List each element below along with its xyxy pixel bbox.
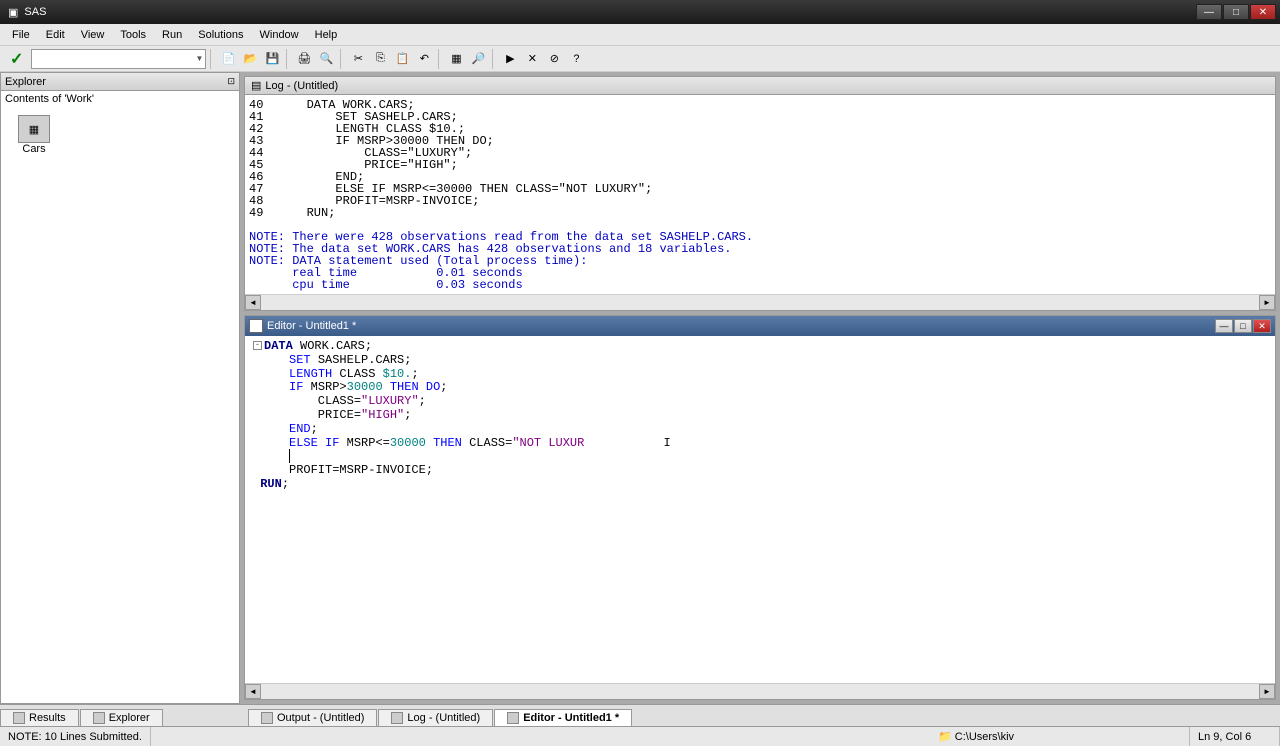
chevron-down-icon: ▼ [195,54,203,63]
tab-output-untitled-[interactable]: Output - (Untitled) [248,709,377,726]
editor-title: Editor - Untitled1 * [267,320,356,332]
copy-button[interactable]: ⎘ [370,49,390,69]
log-title: Log - (Untitled) [265,80,338,92]
editor-panel: Editor - Untitled1 * — □ ✕ -DATA WORK.CA… [244,315,1276,700]
editor-header[interactable]: Editor - Untitled1 * — □ ✕ [245,316,1275,336]
tab-label: Output - (Untitled) [277,712,364,724]
help-button[interactable]: ? [566,49,586,69]
clear-button[interactable]: ✕ [522,49,542,69]
dataset-icon: ▦ [18,115,50,143]
command-combo[interactable]: ▼ [31,49,206,69]
tab-explorer[interactable]: Explorer [80,709,163,726]
minimize-button[interactable]: — [1196,4,1222,20]
menu-solutions[interactable]: Solutions [190,27,251,43]
menu-file[interactable]: File [4,27,38,43]
log-header: ▤ Log - (Untitled) [245,77,1275,95]
tab-log-untitled-[interactable]: Log - (Untitled) [378,709,493,726]
tab-label: Results [29,712,66,724]
app-title: SAS [24,6,46,18]
explorer-item[interactable]: ▦Cars [9,115,59,155]
tab-icon [261,712,273,724]
bottom-tabs: Results Explorer Output - (Untitled) Log -… [0,704,1280,726]
tab-label: Explorer [109,712,150,724]
explorer-item-label: Cars [22,143,45,155]
tab-label: Log - (Untitled) [407,712,480,724]
menu-tools[interactable]: Tools [112,27,154,43]
undo-button[interactable]: ↶ [414,49,434,69]
explorer-panel: Explorer ⊡ Contents of 'Work' ▦Cars [0,72,240,704]
editor-icon [249,319,263,333]
editor-scrollbar[interactable]: ◄ ► [245,683,1275,699]
log-scrollbar[interactable]: ◄ ► [245,294,1275,310]
maximize-button[interactable]: □ [1223,4,1249,20]
print-button[interactable]: 🖨 [294,49,314,69]
menu-view[interactable]: View [73,27,113,43]
folder-icon: 📁 [938,730,952,743]
status-position: Ln 9, Col 6 [1190,727,1280,746]
close-button[interactable]: ✕ [1250,4,1276,20]
app-icon: ▣ [8,6,18,19]
new-button[interactable]: 📄 [218,49,238,69]
editor-close-button[interactable]: ✕ [1253,319,1271,333]
tab-results[interactable]: Results [0,709,79,726]
status-path: 📁 C:\Users\kiv [930,727,1190,746]
scroll-right-icon[interactable]: ► [1259,295,1275,310]
menu-help[interactable]: Help [307,27,346,43]
tab-icon [391,712,403,724]
explorer-button[interactable]: 🔎 [468,49,488,69]
text-cursor: I [664,436,671,450]
break-button[interactable]: ⊘ [544,49,564,69]
scroll-left-icon[interactable]: ◄ [245,295,261,310]
editor-minimize-button[interactable]: — [1215,319,1233,333]
tab-editor-untitled1-[interactable]: Editor - Untitled1 * [494,709,632,726]
editor-body[interactable]: -DATA WORK.CARS; SET SASHELP.CARS; LENGT… [245,336,1275,683]
submit-icon[interactable]: ✓ [4,49,29,69]
tab-icon [507,712,519,724]
log-icon: ▤ [251,79,261,92]
status-message: NOTE: 10 Lines Submitted. [0,727,151,746]
scroll-left-icon[interactable]: ◄ [245,684,261,699]
menu-bar: FileEditViewToolsRunSolutionsWindowHelp [0,24,1280,46]
tab-label: Editor - Untitled1 * [523,712,619,724]
tab-icon [13,712,25,724]
explorer-contents-label: Contents of 'Work' [1,91,239,107]
open-button[interactable]: 📂 [240,49,260,69]
explorer-body: ▦Cars [1,107,239,703]
tab-icon [93,712,105,724]
menu-edit[interactable]: Edit [38,27,73,43]
libraries-button[interactable]: ▦ [446,49,466,69]
preview-button[interactable]: 🔍 [316,49,336,69]
cut-button[interactable]: ✂ [348,49,368,69]
explorer-toggle-icon[interactable]: ⊡ [227,76,235,87]
save-button[interactable]: 💾 [262,49,282,69]
status-bar: NOTE: 10 Lines Submitted. 📁 C:\Users\kiv… [0,726,1280,746]
window-controls: — □ ✕ [1196,4,1276,20]
explorer-title: Explorer [5,76,46,88]
menu-run[interactable]: Run [154,27,190,43]
log-panel: ▤ Log - (Untitled) 40 DATA WORK.CARS; 41… [244,76,1276,311]
scroll-right-icon[interactable]: ► [1259,684,1275,699]
run-button[interactable]: ▶ [500,49,520,69]
editor-maximize-button[interactable]: □ [1234,319,1252,333]
explorer-header: Explorer ⊡ [1,73,239,91]
title-bar: ▣ SAS — □ ✕ [0,0,1280,24]
paste-button[interactable]: 📋 [392,49,412,69]
toolbar: ✓ ▼ 📄 📂 💾 🖨 🔍 ✂ ⎘ 📋 ↶ ▦ 🔎 ▶ ✕ ⊘ ? [0,46,1280,72]
log-body[interactable]: 40 DATA WORK.CARS; 41 SET SASHELP.CARS; … [245,95,1275,294]
menu-window[interactable]: Window [252,27,307,43]
